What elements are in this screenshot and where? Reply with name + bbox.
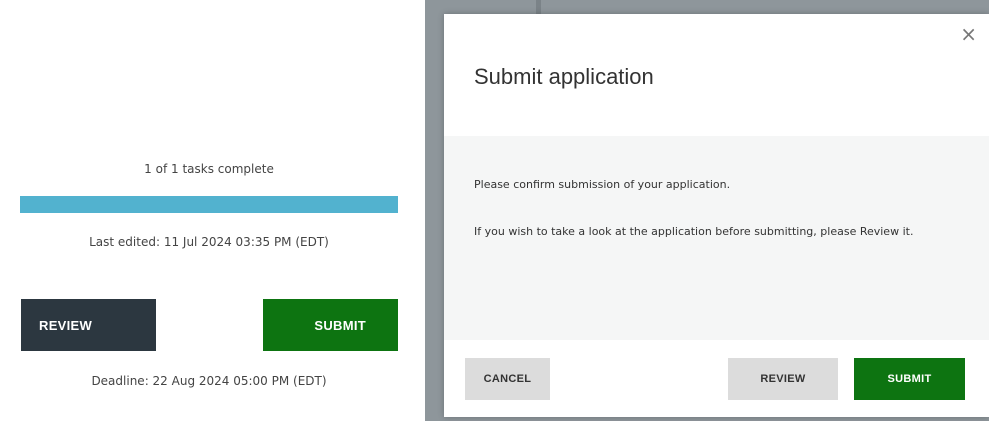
tasks-complete-label: 1 of 1 tasks complete [144,162,274,176]
close-icon[interactable]: × [960,24,977,44]
tasks-progress-fill [20,196,398,213]
application-status-panel: 1 of 1 tasks complete Last edited: 11 Ju… [0,0,425,421]
confirm-message: Please confirm submission of your applic… [474,178,731,191]
dialog-cancel-button[interactable]: CANCEL [465,358,550,400]
submit-button[interactable]: SUBMIT [263,299,398,351]
review-button[interactable]: REVIEW [21,299,156,351]
dialog-body: Please confirm submission of your applic… [444,136,989,340]
last-edited-label: Last edited: 11 Jul 2024 03:35 PM (EDT) [89,235,329,249]
submit-application-dialog: × Submit application Please confirm subm… [444,14,989,417]
tasks-progress-bar [20,196,398,213]
dialog-submit-button[interactable]: SUBMIT [854,358,965,400]
dialog-review-button[interactable]: REVIEW [728,358,838,400]
review-note: If you wish to take a look at the applic… [474,225,914,238]
dialog-footer: CANCEL REVIEW SUBMIT [444,340,989,417]
deadline-label: Deadline: 22 Aug 2024 05:00 PM (EDT) [91,374,327,388]
dialog-title: Submit application [474,64,654,89]
backdrop-divider [536,0,541,14]
